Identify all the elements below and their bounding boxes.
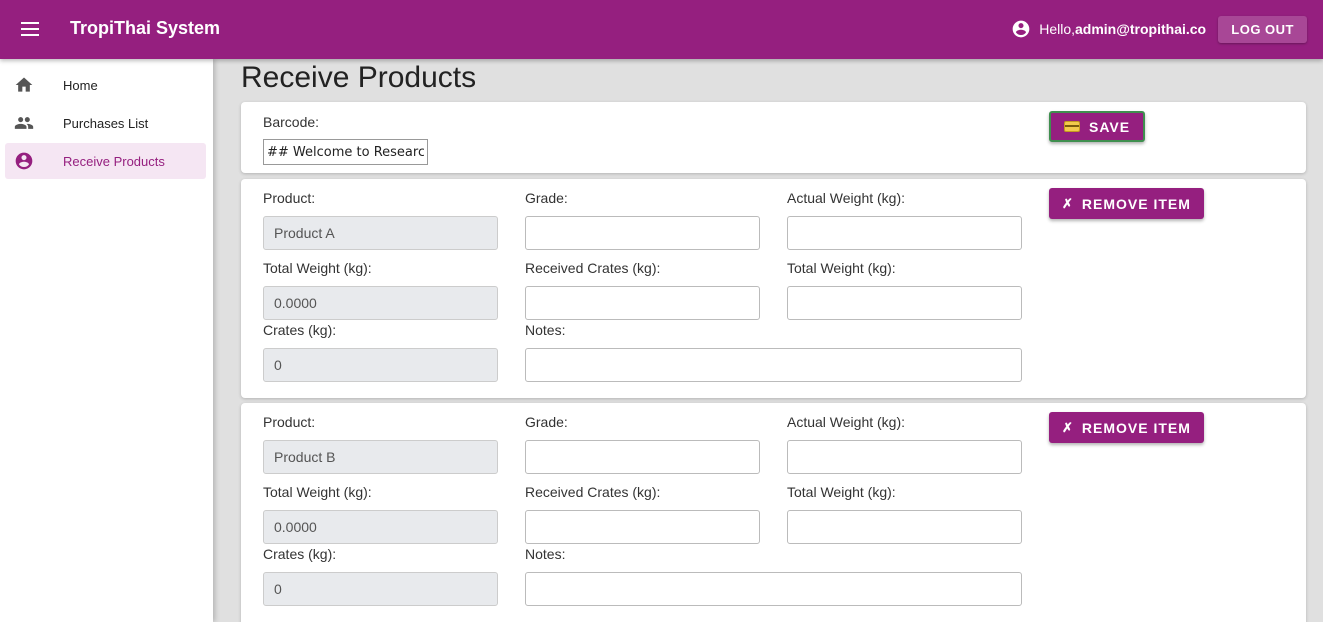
actual-weight-label: Actual Weight (kg): xyxy=(787,190,906,206)
total-weight-field-2[interactable] xyxy=(787,286,1022,320)
home-icon xyxy=(15,77,33,92)
barcode-card: Barcode: SAVE xyxy=(241,102,1306,173)
people-icon xyxy=(14,117,34,129)
credit-card-icon xyxy=(1064,121,1080,132)
account-circle-icon xyxy=(15,152,33,170)
product-item-card: Product: Grade: Actual Weight (kg): ✗ RE… xyxy=(241,179,1306,398)
remove-item-label: REMOVE ITEM xyxy=(1081,195,1191,212)
remove-item-button[interactable]: ✗ REMOVE ITEM xyxy=(1049,188,1204,219)
save-button[interactable]: SAVE xyxy=(1049,111,1146,142)
actual-weight-field[interactable] xyxy=(787,440,1022,474)
received-crates-label: Received Crates (kg): xyxy=(525,484,661,500)
received-crates-label: Received Crates (kg): xyxy=(525,260,661,276)
actual-weight-field[interactable] xyxy=(787,216,1022,250)
sidebar-item-label: Purchases List xyxy=(63,116,149,131)
sidebar-item-label: Receive Products xyxy=(63,154,165,169)
product-field[interactable] xyxy=(263,216,498,250)
actual-weight-label: Actual Weight (kg): xyxy=(787,414,906,430)
remove-item-button[interactable]: ✗ REMOVE ITEM xyxy=(1049,412,1204,443)
total-weight-field-2[interactable] xyxy=(787,510,1022,544)
remove-item-label: REMOVE ITEM xyxy=(1081,419,1191,436)
app-bar: TropiThai System Hello, admin@tropithai.… xyxy=(0,0,1323,59)
sidebar-item-receive-products[interactable]: Receive Products xyxy=(5,143,206,179)
product-field[interactable] xyxy=(263,440,498,474)
user-greeting: Hello, admin@tropithai.com! xyxy=(1011,19,1206,39)
logout-button[interactable]: LOG OUT xyxy=(1218,16,1307,43)
sidebar-item-home[interactable]: Home xyxy=(5,67,206,103)
notes-label: Notes: xyxy=(525,546,566,562)
barcode-label: Barcode: xyxy=(263,114,320,130)
sidebar: Home Purchases List Receive Products xyxy=(0,59,213,622)
received-crates-field[interactable] xyxy=(525,286,760,320)
crates-label: Crates (kg): xyxy=(263,546,337,562)
product-label: Product: xyxy=(263,414,316,430)
close-icon: ✗ xyxy=(1062,419,1074,435)
grade-label: Grade: xyxy=(525,414,568,430)
close-icon: ✗ xyxy=(1062,195,1074,211)
hello-text: Hello, xyxy=(1039,21,1075,37)
total-weight-label: Total Weight (kg): xyxy=(263,484,372,500)
page-title: Receive Products xyxy=(241,61,477,94)
total-weight-label-2: Total Weight (kg): xyxy=(787,260,896,276)
sidebar-item-purchases-list[interactable]: Purchases List xyxy=(5,105,206,141)
grade-label: Grade: xyxy=(525,190,568,206)
main-content: Receive Products Barcode: SAVE Product: … xyxy=(213,59,1323,622)
received-crates-field[interactable] xyxy=(525,510,760,544)
crates-label: Crates (kg): xyxy=(263,322,337,338)
total-weight-label-2: Total Weight (kg): xyxy=(787,484,896,500)
crates-field[interactable] xyxy=(263,348,498,382)
notes-label: Notes: xyxy=(525,322,566,338)
grade-field[interactable] xyxy=(525,440,760,474)
user-email: admin@tropithai.com! xyxy=(1075,21,1206,37)
product-item-card: Product: Grade: Actual Weight (kg): ✗ RE… xyxy=(241,403,1306,622)
sidebar-item-label: Home xyxy=(63,78,98,93)
notes-field[interactable] xyxy=(525,572,1022,606)
grade-field[interactable] xyxy=(525,216,760,250)
total-weight-field[interactable] xyxy=(263,286,498,320)
app-title: TropiThai System xyxy=(70,18,221,38)
total-weight-label: Total Weight (kg): xyxy=(263,260,372,276)
product-label: Product: xyxy=(263,190,316,206)
crates-field[interactable] xyxy=(263,572,498,606)
account-circle-icon xyxy=(1012,20,1030,38)
menu-icon[interactable] xyxy=(18,17,42,41)
barcode-input[interactable] xyxy=(263,139,428,165)
notes-field[interactable] xyxy=(525,348,1022,382)
save-button-label: SAVE xyxy=(1089,118,1131,135)
total-weight-field[interactable] xyxy=(263,510,498,544)
